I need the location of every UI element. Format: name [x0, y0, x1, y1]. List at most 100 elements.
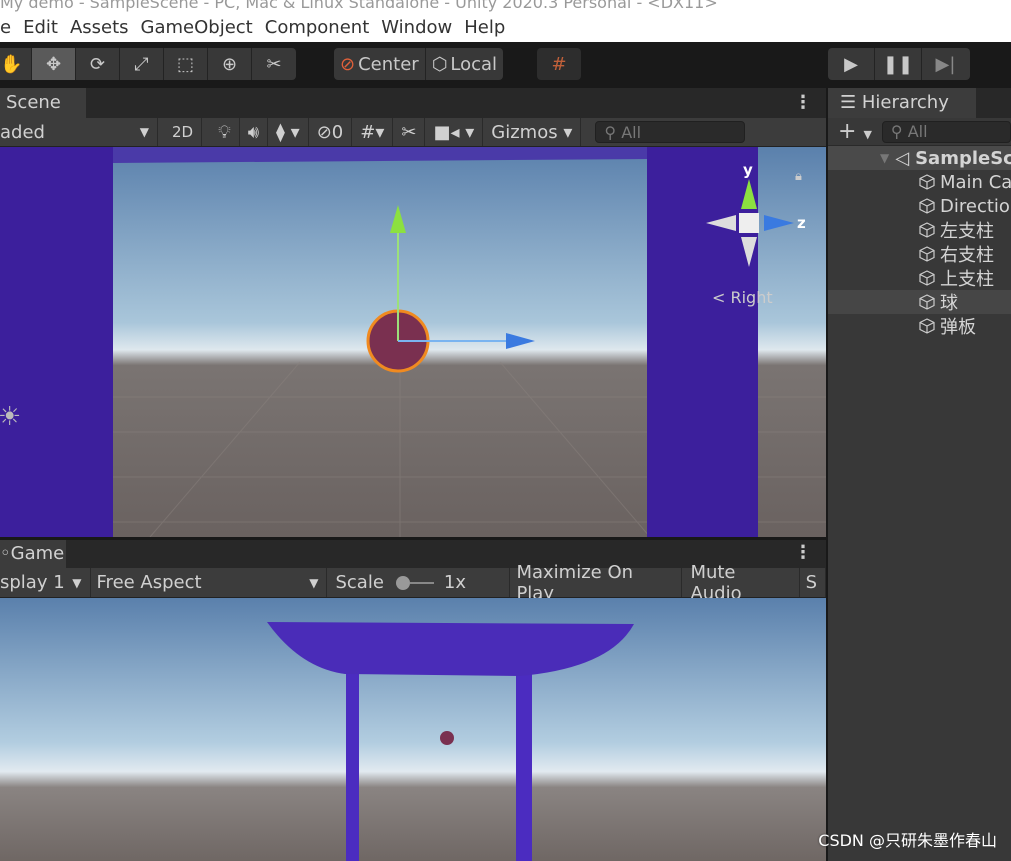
scene-viewport[interactable]: ☀ y z < Right 🔒︎ — [0, 147, 826, 537]
pivot-label: Center — [358, 53, 419, 75]
search-icon: ⚲ — [890, 122, 908, 141]
menu-window[interactable]: Window — [381, 17, 452, 38]
local-cube-icon: ⬡ — [431, 53, 448, 75]
hierarchy-item[interactable]: 右支柱 — [828, 242, 1011, 266]
2d-toggle[interactable]: 2D — [164, 118, 203, 146]
hierarchy-tab-bar: ☰ Hierarchy — [828, 88, 1011, 118]
pivot-local-button[interactable]: ⬡ Local — [426, 48, 503, 80]
unity-scene-icon: ◁ — [895, 147, 910, 169]
game-icon: ◦ — [0, 543, 11, 564]
hierarchy-panel: ☰ Hierarchy + ▼ ⚲ All ▼ ◁ SampleSc Main Ca… — [828, 88, 1011, 861]
grid-snap-icon[interactable]: # — [537, 48, 581, 80]
watermark: CSDN @只研朱墨作春山 — [818, 831, 997, 850]
hierarchy-item[interactable]: 弹板 — [828, 314, 1011, 338]
display-label: splay 1 — [0, 572, 65, 593]
hierarchy-item[interactable]: Main Ca — [828, 170, 1011, 194]
menu-gameobject[interactable]: GameObject — [141, 17, 253, 38]
aspect-dropdown[interactable]: Free Aspect ▼ — [91, 568, 328, 597]
add-object-button[interactable]: + ▼ — [838, 119, 872, 144]
stats-toggle[interactable]: S — [800, 568, 826, 597]
hierarchy-toolbar: + ▼ ⚲ All — [828, 118, 1011, 146]
search-placeholder: All — [621, 122, 642, 142]
maximize-on-play-toggle[interactable]: Maximize On Play — [510, 562, 683, 604]
hierarchy-item[interactable]: Directio — [828, 194, 1011, 218]
scale-tool-icon[interactable]: ⤢ — [120, 48, 164, 80]
hierarchy-item[interactable]: 左支柱 — [828, 218, 1011, 242]
hierarchy-item-label: 上支柱 — [940, 269, 994, 290]
gizmos-dropdown[interactable]: Gizmos ▾ — [483, 118, 582, 146]
hand-tool-icon[interactable]: ✋ — [0, 48, 32, 80]
gameobject-cube-icon — [919, 318, 935, 334]
scene-toolbar: aded ▼ 2D 💡︎ 🔊︎ ⧫ ▾ ⊘ 0 #▾ ✂ ■◂ ▾ Gizmos ▾… — [0, 118, 826, 147]
menu-assets[interactable]: Assets — [70, 17, 129, 38]
hierarchy-item-label: 球 — [940, 293, 958, 314]
scale-value: 1x — [443, 572, 467, 593]
scale-slider[interactable]: Scale 1x — [327, 568, 511, 597]
hierarchy-item-label: 左支柱 — [940, 221, 994, 242]
transform-tool-icon[interactable]: ⊕ — [208, 48, 252, 80]
hierarchy-list: Main Ca Directio 左支柱右支柱上支柱球弹板 — [828, 170, 1011, 338]
expand-arrow-icon[interactable]: ▼ — [880, 151, 889, 165]
rotate-tool-icon[interactable]: ⟳ — [76, 48, 120, 80]
pivot-group: ⊘ Center ⬡ Local — [334, 48, 504, 80]
hierarchy-tab-label: Hierarchy — [861, 92, 949, 113]
gameobject-cube-icon — [919, 246, 935, 262]
game-tab-label: Game — [10, 543, 65, 564]
left-pillar — [0, 147, 113, 537]
hidden-count: 0 — [331, 121, 344, 143]
rect-tool-icon[interactable]: ⬚ — [164, 48, 208, 80]
menu-file[interactable]: e — [0, 17, 11, 38]
tab-game[interactable]: ◦Game — [0, 540, 66, 568]
hierarchy-item[interactable]: 球 — [828, 290, 1011, 314]
hierarchy-search-input[interactable]: ⚲ All — [881, 120, 1011, 143]
hierarchy-item[interactable]: 上支柱 — [828, 266, 1011, 290]
tools-icon[interactable]: ✂ — [393, 118, 426, 146]
scene-search-input[interactable]: ⚲ All — [595, 121, 746, 143]
play-icon[interactable]: ▶ — [828, 48, 875, 80]
gameobject-cube-icon — [919, 198, 935, 214]
game-viewport[interactable] — [0, 598, 826, 861]
gameobject-cube-icon — [919, 294, 935, 310]
menu-help[interactable]: Help — [464, 17, 505, 38]
scale-slider-thumb[interactable] — [395, 575, 410, 590]
lock-icon[interactable]: 🔒︎ — [795, 169, 802, 184]
camera-icon[interactable]: ■◂ ▾ — [425, 118, 484, 146]
display-dropdown[interactable]: splay 1 ▼ — [0, 568, 91, 597]
main-toolbar: ✋ ✥ ⟳ ⤢ ⬚ ⊕ ✂ ⊘ Center ⬡ Local # ▶ ❚❚ ▶| — [0, 42, 1011, 88]
move-tool-icon[interactable]: ✥ — [32, 48, 76, 80]
search-icon: ⚲ — [604, 122, 622, 142]
scene-root-row[interactable]: ▼ ◁ SampleSc — [828, 146, 1011, 170]
shading-mode-dropdown[interactable]: aded ▼ — [0, 118, 158, 146]
lighting-icon[interactable]: 💡︎ — [210, 118, 240, 146]
grid-icon[interactable]: #▾ — [352, 118, 394, 146]
game-more-options-icon[interactable]: ⋮ — [794, 542, 812, 563]
directional-light-icon: ☀ — [0, 402, 21, 432]
menu-bar: e Edit Assets GameObject Component Windo… — [0, 12, 1011, 42]
effects-icon[interactable]: ⧫ ▾ — [268, 118, 309, 146]
menu-edit[interactable]: Edit — [23, 17, 58, 38]
space-label: Local — [450, 53, 498, 75]
audio-icon[interactable]: 🔊︎ — [240, 118, 269, 146]
hierarchy-item-label: Directio — [940, 195, 1010, 217]
search-placeholder: All — [907, 122, 928, 141]
scene-canvas: ☀ y z < Right 🔒︎ — [0, 147, 826, 537]
mute-audio-toggle[interactable]: Mute Audio — [682, 562, 800, 604]
shading-label: aded — [0, 121, 45, 143]
hidden-eye-icon: ⊘ — [316, 121, 332, 143]
gameobject-cube-icon — [919, 270, 935, 286]
gizmos-label: Gizmos — [491, 121, 558, 143]
step-icon[interactable]: ▶| — [922, 48, 969, 80]
pause-icon[interactable]: ❚❚ — [875, 48, 922, 80]
tab-scene[interactable]: Scene — [0, 88, 86, 118]
more-options-icon[interactable]: ⋮ — [794, 92, 812, 113]
custom-tool-icon[interactable]: ✂ — [252, 48, 296, 80]
hierarchy-item-label: 右支柱 — [940, 245, 994, 266]
left-pillar — [346, 656, 359, 861]
visibility-toggle[interactable]: ⊘ 0 — [309, 118, 353, 146]
tab-hierarchy[interactable]: ☰ Hierarchy — [828, 88, 976, 118]
menu-component[interactable]: Component — [265, 17, 370, 38]
pivot-center-button[interactable]: ⊘ Center — [334, 48, 426, 80]
scene-name: SampleSc — [915, 147, 1011, 169]
game-toolbar: splay 1 ▼ Free Aspect ▼ Scale 1x Maximize O… — [0, 562, 826, 604]
scene-tab-bar: Scene ⋮ — [0, 88, 826, 118]
